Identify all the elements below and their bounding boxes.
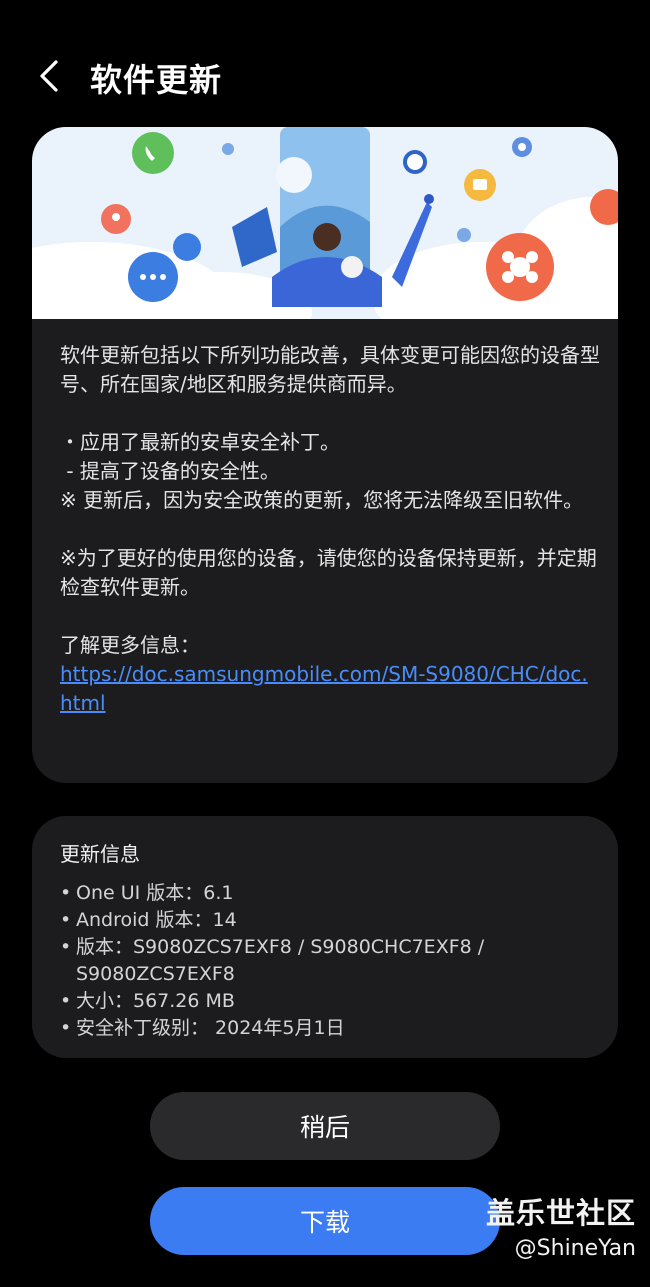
intro-text: 软件更新包括以下所列功能改善，具体变更可能因您的设备型号、所在国家/地区和服务提… [60, 343, 600, 396]
list-item: • 版本：S9080ZCS7EXF8 / S9080CHC7EXF8 / S908… [60, 934, 600, 988]
watermark-community: 盖乐世社区 [485, 1196, 636, 1230]
list-item: • 安全补丁级别： 2024年5月1日 [60, 1015, 600, 1042]
build-version: 版本：S9080ZCS7EXF8 / S9080CHC7EXF8 / S9080… [76, 936, 485, 985]
list-item: • Android 版本：14 [60, 907, 600, 934]
release-notes-text: 软件更新包括以下所列功能改善，具体变更可能因您的设备型号、所在国家/地区和服务提… [60, 341, 600, 718]
bullet-security-sub: - 提高了设备的安全性。 [60, 459, 280, 483]
update-size: 大小：567.26 MB [76, 990, 235, 1012]
one-ui-version: One UI 版本：6.1 [76, 882, 234, 904]
update-info-card: 更新信息 • One UI 版本：6.1 • Android 版本：14 • 版本：S… [32, 816, 618, 1058]
update-info-list: • One UI 版本：6.1 • Android 版本：14 • 版本：S9080Z… [60, 880, 600, 1042]
list-item: • One UI 版本：6.1 [60, 880, 600, 907]
chevron-left-icon[interactable] [30, 56, 70, 96]
watermark-author: @ShineYan [514, 1236, 636, 1261]
header: 软件更新 [0, 40, 650, 120]
update-banner-illustration [32, 127, 618, 319]
release-notes-card: 软件更新包括以下所列功能改善，具体变更可能因您的设备型号、所在国家/地区和服务提… [32, 127, 618, 783]
note-keep-updated: ※为了更好的使用您的设备，请使您的设备保持更新，并定期检查软件更新。 [60, 546, 597, 599]
note-downgrade: ※ 更新后，因为安全政策的更新，您将无法降级至旧软件。 [60, 488, 584, 512]
list-item: • 大小：567.26 MB [60, 988, 600, 1015]
download-button[interactable]: 下载 [150, 1187, 500, 1255]
more-info-link[interactable]: https://doc.samsungmobile.com/SM-S9080/C… [60, 660, 600, 718]
bullet: • [60, 909, 72, 931]
update-info-title: 更新信息 [60, 842, 140, 866]
android-version: Android 版本：14 [76, 909, 237, 931]
watermark: 盖乐世社区 @ShineYan [486, 1190, 636, 1261]
security-patch-level: 安全补丁级别： 2024年5月1日 [76, 1017, 345, 1039]
bullet: • [60, 882, 72, 904]
bullet: • [60, 990, 72, 1012]
bullet: • [60, 936, 72, 958]
page-title: 软件更新 [90, 61, 223, 99]
bullet: • [60, 1017, 72, 1039]
later-button[interactable]: 稍后 [150, 1092, 500, 1160]
bullet-security-patch: ・应用了最新的安卓安全补丁。 [60, 430, 340, 454]
more-info-label: 了解更多信息： [60, 633, 200, 657]
